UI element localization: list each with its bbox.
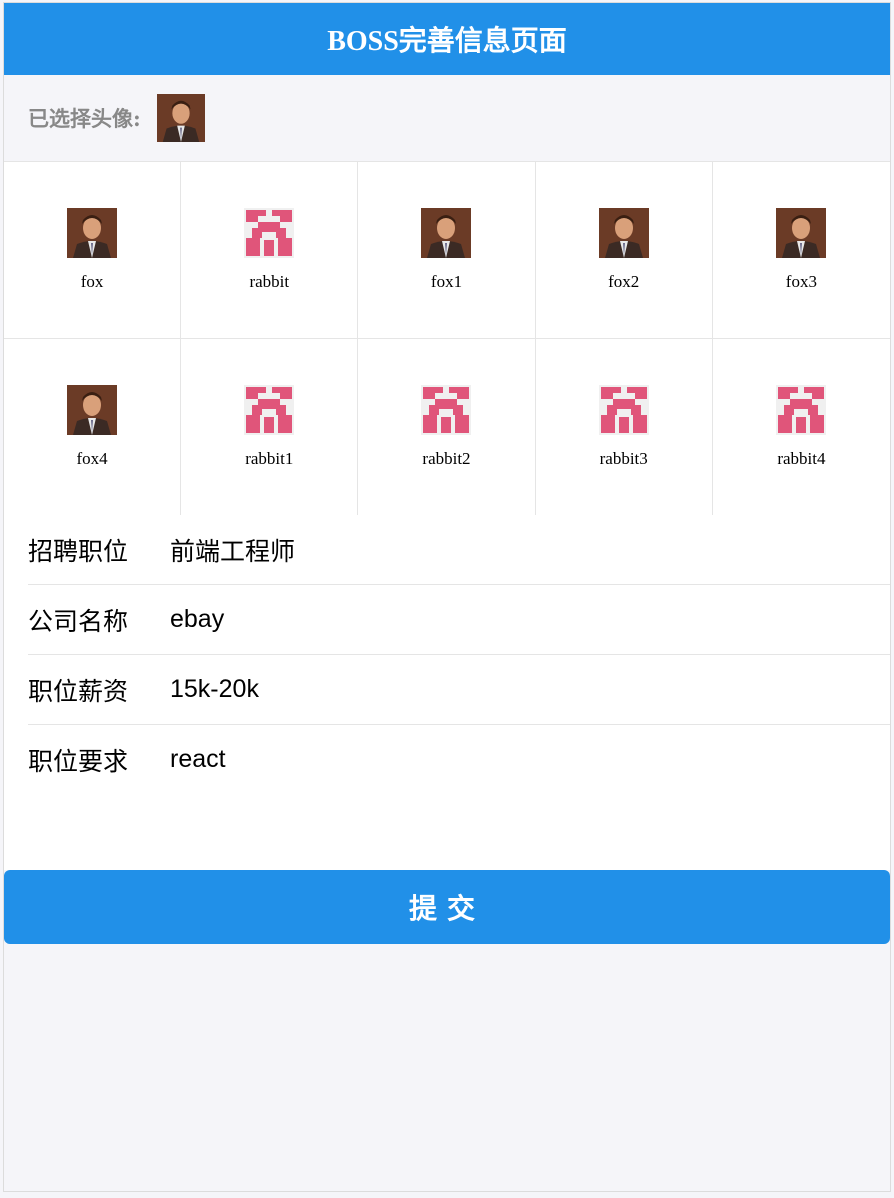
avatar-option[interactable]: fox4 [4, 339, 182, 516]
app-frame: BOSS完善信息页面 已选择头像: fox rabbit fox1 fox2 f… [3, 2, 891, 1192]
submit-label: 提交 [408, 892, 485, 925]
avatar-name: fox1 [430, 272, 463, 291]
avatar-option[interactable]: rabbit [181, 162, 359, 339]
submit-button[interactable]: 提交 [4, 870, 890, 944]
avatar-option[interactable]: rabbit1 [181, 339, 359, 516]
salary-label: 职位薪资 [28, 676, 129, 706]
avatar-option[interactable]: fox3 [712, 162, 890, 339]
requirement-label: 职位要求 [28, 746, 129, 776]
fox-portrait-icon [421, 208, 471, 258]
rabbit-pattern-icon [599, 385, 649, 435]
selected-avatar-bar: 已选择头像: [4, 75, 890, 161]
job-title-row: 招聘职位 [28, 515, 890, 585]
avatar-name: rabbit1 [245, 449, 294, 468]
requirement-row: 职位要求 [28, 725, 890, 794]
salary-input[interactable] [170, 675, 850, 704]
salary-row: 职位薪资 [28, 655, 890, 725]
avatar-name: fox2 [608, 272, 640, 291]
avatar-option[interactable]: fox1 [358, 162, 536, 339]
job-title-input[interactable] [170, 535, 850, 564]
avatar-name: fox [80, 272, 104, 291]
avatar-option[interactable]: rabbit2 [358, 339, 536, 516]
job-info-form: 招聘职位 公司名称 职位薪资 职位要求 [4, 515, 890, 870]
avatar-name: fox4 [76, 449, 108, 468]
avatar-option[interactable]: rabbit3 [535, 339, 713, 516]
avatar-grid: fox rabbit fox1 fox2 fox3 fox4 rabbit1 r… [4, 161, 890, 516]
job-title-label: 招聘职位 [28, 536, 129, 566]
avatar-option[interactable]: fox2 [535, 162, 713, 339]
requirement-input[interactable] [170, 745, 850, 774]
rabbit-pattern-icon [244, 385, 294, 435]
rabbit-pattern-icon [244, 208, 294, 258]
avatar-option[interactable]: fox [4, 162, 182, 339]
page-title: BOSS完善信息页面 [327, 26, 567, 57]
rabbit-pattern-icon [776, 385, 826, 435]
selected-avatar-icon [157, 94, 205, 142]
fox-portrait-icon [67, 208, 117, 258]
avatar-name: rabbit2 [422, 449, 471, 468]
fox-portrait-icon [776, 208, 826, 258]
company-label: 公司名称 [28, 606, 129, 636]
avatar-name: rabbit3 [599, 449, 648, 468]
fox-portrait-icon [599, 208, 649, 258]
avatar-name: rabbit4 [777, 449, 826, 468]
navbar: BOSS完善信息页面 [4, 3, 890, 75]
avatar-name: rabbit [249, 272, 290, 291]
avatar-name: fox3 [785, 272, 817, 291]
rabbit-pattern-icon [421, 385, 471, 435]
company-input[interactable] [170, 605, 850, 634]
company-row: 公司名称 [28, 585, 890, 655]
avatar-option[interactable]: rabbit4 [712, 339, 890, 516]
fox-portrait-icon [67, 385, 117, 435]
selected-avatar-label: 已选择头像: [28, 106, 141, 131]
